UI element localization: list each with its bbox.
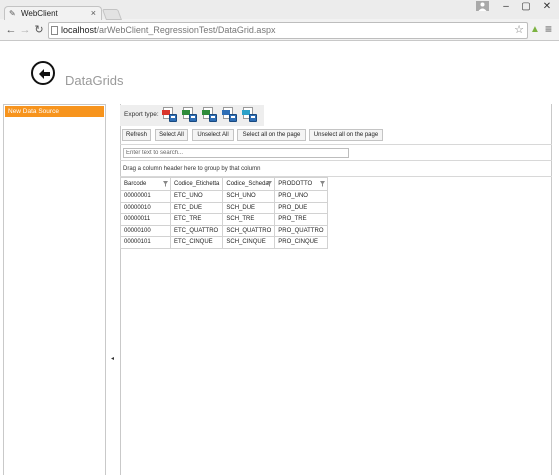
url-host: localhost (61, 25, 97, 35)
back-button[interactable] (31, 61, 55, 85)
cell-codice-etichetta: ETC_QUATTRO (169, 224, 224, 237)
url-path: /arWebClient_RegressionTest/DataGrid.asp… (96, 25, 276, 35)
close-window-icon[interactable]: ✕ (536, 0, 558, 14)
browser-menu-icon[interactable]: ≡ (545, 22, 552, 36)
profile-icon[interactable] (476, 1, 489, 11)
column-header-prodotto[interactable]: PRODOTTO (274, 177, 328, 191)
refresh-button[interactable]: Refresh (122, 129, 151, 141)
browser-tab[interactable]: ✎ WebClient × (4, 6, 102, 20)
cell-codice-scheda: SCH_CINQUE (222, 236, 276, 249)
cell-codice-etichetta: ETC_CINQUE (169, 236, 224, 249)
cell-barcode: 00000010 (120, 201, 171, 214)
filter-icon[interactable] (267, 181, 273, 187)
column-header-barcode[interactable]: Barcode (120, 177, 171, 191)
cell-prodotto: PRO_QUATTRO (274, 224, 328, 237)
group-by-panel[interactable]: Drag a column header here to group by th… (120, 162, 552, 177)
filter-icon[interactable] (319, 181, 325, 187)
minimize-icon[interactable]: – (495, 0, 517, 14)
table-row[interactable]: 00000100 ETC_QUATTRO SCH_QUATTRO PRO_QUA… (120, 224, 328, 237)
column-header-codice-etichetta[interactable]: Codice_Etichetta (169, 177, 224, 191)
bookmark-star-icon[interactable]: ☆ (514, 23, 524, 38)
address-bar[interactable]: localhost/arWebClient_RegressionTest/Dat… (48, 22, 528, 39)
search-bar (120, 144, 552, 161)
collapse-arrow-icon[interactable]: ◂ (111, 355, 114, 362)
android-extension-icon[interactable]: ▲ (530, 24, 540, 35)
cell-prodotto: PRO_TRE (274, 213, 328, 226)
sidebar-item-new-data-source[interactable]: New Data Source (5, 106, 104, 117)
unselect-all-button[interactable]: Unselect All (192, 129, 234, 141)
cell-codice-scheda: SCH_TRE (222, 213, 276, 226)
forward-arrow-icon[interactable]: → (18, 23, 32, 37)
rtf-export-icon[interactable] (222, 107, 237, 122)
table-row[interactable]: 00000101 ETC_CINQUE SCH_CINQUE PRO_CINQU… (120, 236, 328, 249)
maximize-icon[interactable]: ▢ (515, 0, 537, 14)
export-type-label: Export type: (124, 111, 159, 118)
unselect-all-on-page-button[interactable]: Unselect all on the page (309, 129, 383, 141)
cell-barcode: 00000001 (120, 190, 171, 203)
back-arrow-icon (39, 69, 50, 79)
search-input[interactable] (123, 148, 349, 158)
cell-codice-etichetta: ETC_DUE (169, 201, 224, 214)
cell-prodotto: PRO_UNO (274, 190, 328, 203)
xls-export-icon[interactable] (182, 107, 197, 122)
tab-title: WebClient (21, 9, 58, 18)
page-icon (51, 26, 58, 35)
cell-prodotto: PRO_CINQUE (274, 236, 328, 249)
table-row[interactable]: 00000010 ETC_DUE SCH_DUE PRO_DUE (120, 201, 328, 214)
cell-codice-etichetta: ETC_TRE (169, 213, 224, 226)
webclient-favicon-icon: ✎ (9, 9, 16, 18)
pdf-export-icon[interactable] (162, 107, 177, 122)
reload-icon[interactable]: ↻ (32, 23, 46, 37)
new-tab-button[interactable] (101, 9, 123, 20)
cell-codice-scheda: SCH_QUATTRO (222, 224, 276, 237)
side-panel: New Data Source (3, 104, 106, 475)
select-all-on-page-button[interactable]: Select all on the page (237, 129, 306, 141)
back-arrow-icon[interactable]: ← (4, 23, 18, 37)
data-grid: Barcode Codice_Etichetta Codice_Scheda P… (120, 177, 328, 249)
filter-icon[interactable] (163, 181, 168, 187)
grid-header-row: Barcode Codice_Etichetta Codice_Scheda P… (120, 177, 328, 191)
page-title: DataGrids (65, 73, 124, 88)
browser-chrome: ✎ WebClient × – ▢ ✕ ← → ↻ localhost/arWe… (0, 0, 559, 41)
panel-splitter[interactable]: ◂ (106, 104, 120, 475)
cell-barcode: 00000011 (120, 213, 171, 226)
cell-codice-scheda: SCH_DUE (222, 201, 276, 214)
csv-export-icon[interactable] (242, 107, 257, 122)
export-toolbar: Export type: (120, 105, 264, 126)
browser-toolbar: ← → ↻ localhost/arWebClient_RegressionTe… (0, 21, 559, 41)
cell-prodotto: PRO_DUE (274, 201, 328, 214)
cell-codice-scheda: SCH_UNO (222, 190, 276, 203)
tab-strip: ✎ WebClient × – ▢ ✕ (0, 0, 559, 20)
cell-codice-etichetta: ETC_UNO (169, 190, 224, 203)
select-all-button[interactable]: Select All (155, 129, 188, 141)
close-tab-icon[interactable]: × (91, 7, 96, 20)
xlsx-export-icon[interactable] (202, 107, 217, 122)
column-header-codice-scheda[interactable]: Codice_Scheda (222, 177, 276, 191)
cell-barcode: 00000101 (120, 236, 171, 249)
cell-barcode: 00000100 (120, 224, 171, 237)
table-row[interactable]: 00000001 ETC_UNO SCH_UNO PRO_UNO (120, 190, 328, 203)
table-row[interactable]: 00000011 ETC_TRE SCH_TRE PRO_TRE (120, 213, 328, 226)
